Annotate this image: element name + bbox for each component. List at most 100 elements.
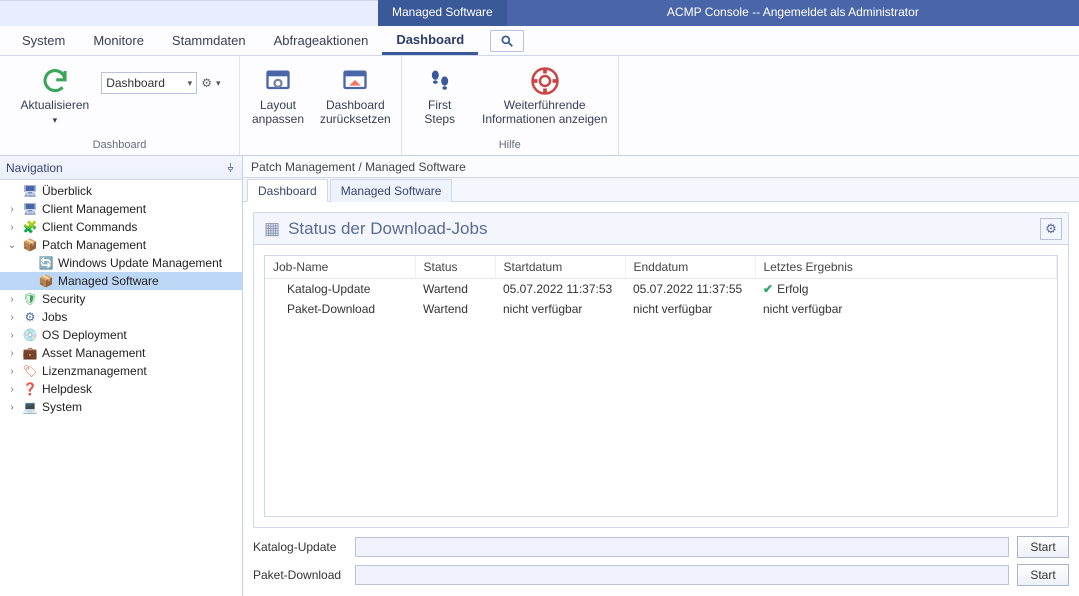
nav-item-label: Client Management bbox=[42, 202, 146, 216]
nav-item-asset-management[interactable]: ›💼Asset Management bbox=[0, 344, 242, 362]
layout-label-1: Layout bbox=[260, 98, 296, 112]
nav-item-label: Managed Software bbox=[58, 274, 159, 288]
cell-start: nicht verfügbar bbox=[495, 299, 625, 319]
pin-icon[interactable] bbox=[225, 162, 236, 173]
nav-item-helpdesk[interactable]: ›❓Helpdesk bbox=[0, 380, 242, 398]
expander-icon[interactable]: › bbox=[6, 294, 18, 305]
nav-item-label: Lizenzmanagement bbox=[42, 364, 147, 378]
card-header: ▦ Status der Download-Jobs ⚙ bbox=[254, 213, 1068, 245]
search-button[interactable] bbox=[490, 30, 524, 52]
navigation-tree[interactable]: 🖥Überblick › 🖥 Client Management ›🧩Client Co… bbox=[0, 180, 242, 596]
cell-result: ✔Erfolg bbox=[755, 279, 1057, 300]
refresh-label: Aktualisieren bbox=[21, 98, 90, 112]
dashboard-select[interactable]: Dashboard ▾ bbox=[101, 72, 197, 94]
table-row[interactable]: Paket-DownloadWartendnicht verfügbarnich… bbox=[265, 299, 1057, 319]
nav-item-lizenzmanagement[interactable]: ›🏷Lizenzmanagement bbox=[0, 362, 242, 380]
grid-icon: ▦ bbox=[264, 219, 280, 239]
tab-dashboard[interactable]: Dashboard bbox=[247, 179, 328, 202]
nav-item-system[interactable]: ›💻System bbox=[0, 398, 242, 416]
menu-stammdaten[interactable]: Stammdaten bbox=[158, 28, 260, 53]
layout-adjust-button[interactable]: Layoutanpassen bbox=[248, 60, 308, 130]
download-label: Katalog-Update bbox=[253, 540, 347, 554]
footsteps-icon bbox=[426, 64, 454, 98]
chevron-down-icon: ▾ bbox=[216, 78, 221, 89]
expander-icon[interactable]: › bbox=[6, 366, 18, 377]
nav-item-label: OS Deployment bbox=[42, 328, 127, 342]
nav-item-client-commands[interactable]: ›🧩Client Commands bbox=[0, 218, 242, 236]
osd-icon: 💿 bbox=[22, 328, 38, 342]
gear-icon[interactable]: ⚙ bbox=[201, 76, 212, 90]
expander-icon[interactable]: › bbox=[6, 348, 18, 359]
refresh-button[interactable]: Aktualisieren ▾ bbox=[19, 60, 92, 131]
cell-result: nicht verfügbar bbox=[755, 299, 1057, 319]
menu-dashboard[interactable]: Dashboard bbox=[382, 27, 478, 55]
sys-icon: 💻 bbox=[22, 400, 38, 414]
shield-icon: 🛡 bbox=[22, 292, 38, 306]
more-info-label-2: Informationen anzeigen bbox=[482, 112, 607, 126]
reset-label-2: zurücksetzen bbox=[320, 112, 391, 126]
expander-icon[interactable]: › bbox=[6, 402, 18, 413]
nav-item-patch-management[interactable]: ⌄📦Patch Management bbox=[0, 236, 242, 254]
layout-label-2: anpassen bbox=[252, 112, 304, 126]
download-jobs-card: ▦ Status der Download-Jobs ⚙ Job-Name St… bbox=[253, 212, 1069, 528]
download-row-katalog-update: Katalog-Update Start bbox=[253, 536, 1069, 558]
magnifier-icon bbox=[500, 34, 514, 48]
expander-icon[interactable]: › bbox=[6, 330, 18, 341]
col-ergebnis[interactable]: Letztes Ergebnis bbox=[755, 256, 1057, 279]
nav-item-os-deployment[interactable]: › 💿 OS Deployment bbox=[0, 326, 242, 344]
expander-icon[interactable]: › bbox=[6, 384, 18, 395]
expander-icon[interactable]: › bbox=[6, 204, 18, 215]
cell-end: nicht verfügbar bbox=[625, 299, 755, 319]
nav-item-label: Asset Management bbox=[42, 346, 145, 360]
col-status[interactable]: Status bbox=[415, 256, 495, 279]
col-enddatum[interactable]: Enddatum bbox=[625, 256, 755, 279]
dashboard-reset-button[interactable]: Dashboardzurücksetzen bbox=[318, 60, 393, 130]
card-title: Status der Download-Jobs bbox=[288, 219, 487, 239]
start-button[interactable]: Start bbox=[1017, 536, 1069, 558]
card-settings-button[interactable]: ⚙ bbox=[1040, 218, 1062, 240]
ribbon-group-label-hilfe: Hilfe bbox=[499, 139, 521, 153]
menu-abfrageaktionen[interactable]: Abfrageaktionen bbox=[260, 28, 383, 53]
table-row[interactable]: Katalog-UpdateWartend05.07.2022 11:37:53… bbox=[265, 279, 1057, 300]
expander-icon[interactable]: › bbox=[6, 222, 18, 233]
gear-icon: ⚙ bbox=[1045, 221, 1057, 237]
patch-icon: 📦 bbox=[22, 238, 38, 252]
nav-item-client-management[interactable]: › 🖥 Client Management bbox=[0, 200, 242, 218]
col-startdatum[interactable]: Startdatum bbox=[495, 256, 625, 279]
layout-icon bbox=[264, 64, 292, 98]
clients-icon: 🖥 bbox=[22, 202, 38, 216]
content-tabs: Dashboard Managed Software bbox=[243, 178, 1079, 202]
cell-job-name: Katalog-Update bbox=[265, 279, 415, 300]
cell-status: Wartend bbox=[415, 299, 495, 319]
help-icon: ❓ bbox=[22, 382, 38, 396]
start-button[interactable]: Start bbox=[1017, 564, 1069, 586]
nav-item-managed-software[interactable]: 📦Managed Software bbox=[0, 272, 242, 290]
nav-item-überblick[interactable]: 🖥Überblick bbox=[0, 182, 242, 200]
first-steps-button[interactable]: FirstSteps bbox=[410, 60, 470, 130]
menu-monitore[interactable]: Monitore bbox=[79, 28, 158, 53]
expander-icon[interactable]: ⌄ bbox=[6, 240, 18, 251]
tab-managed-software[interactable]: Managed Software bbox=[330, 179, 453, 202]
window-title: ACMP Console -- Angemeldet als Administr… bbox=[507, 0, 1079, 26]
title-bar-spacer bbox=[0, 0, 378, 26]
nav-item-jobs[interactable]: ›⚙Jobs bbox=[0, 308, 242, 326]
winupd-icon: 🔄 bbox=[38, 256, 54, 270]
main-body: Navigation 🖥Überblick › 🖥 Client Management… bbox=[0, 156, 1079, 596]
col-job-name[interactable]: Job-Name bbox=[265, 256, 415, 279]
expander-icon[interactable]: › bbox=[6, 312, 18, 323]
nav-item-label: Überblick bbox=[42, 184, 92, 198]
more-info-button[interactable]: WeiterführendeInformationen anzeigen bbox=[480, 60, 610, 130]
nav-item-security[interactable]: ›🛡Security bbox=[0, 290, 242, 308]
chevron-down-icon: ▾ bbox=[188, 78, 193, 89]
context-tab-managed-software[interactable]: Managed Software bbox=[378, 0, 507, 26]
nav-item-label: Windows Update Management bbox=[58, 256, 222, 270]
dashboard-panel: ▦ Status der Download-Jobs ⚙ Job-Name St… bbox=[243, 202, 1079, 596]
lifebuoy-icon bbox=[530, 64, 560, 98]
table-header-row: Job-Name Status Startdatum Enddatum Letz… bbox=[265, 256, 1057, 279]
cell-job-name: Paket-Download bbox=[265, 299, 415, 319]
gear-icon: ⚙ bbox=[22, 310, 38, 324]
nav-item-windows-update-management[interactable]: 🔄 Windows Update Management bbox=[0, 254, 242, 272]
chevron-down-icon: ▾ bbox=[53, 115, 58, 125]
menu-system[interactable]: System bbox=[8, 28, 79, 53]
navigation-title: Navigation bbox=[6, 161, 63, 175]
